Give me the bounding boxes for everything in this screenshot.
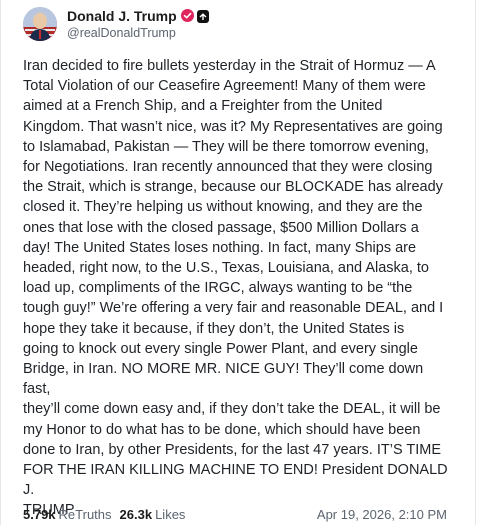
retruths-label[interactable]: ReTruths: [59, 507, 112, 522]
author-name-row: Donald J. Trump: [67, 7, 209, 25]
post-footer: 5.79k ReTruths 26.3k Likes Apr 19, 2026,…: [23, 505, 447, 523]
left-border: [0, 0, 1, 525]
right-border: [475, 0, 476, 525]
likes-count[interactable]: 26.3k: [120, 507, 153, 522]
post-body-text: Iran decided to fire bullets yesterday i…: [23, 58, 448, 519]
avatar[interactable]: [23, 7, 57, 41]
likes-label[interactable]: Likes: [155, 507, 185, 522]
verified-badge-icon: [180, 9, 194, 22]
square-badge-icon: [196, 9, 209, 23]
post-header: Donald J. Trump @realDonaldTrump: [23, 6, 209, 42]
avatar-image-icon: [23, 7, 57, 41]
retruths-count[interactable]: 5.79k: [23, 507, 56, 522]
author-display-name[interactable]: Donald J. Trump: [67, 8, 177, 24]
author-names: Donald J. Trump @realDonaldTrump: [67, 7, 209, 42]
post-timestamp[interactable]: Apr 19, 2026, 2:10 PM: [317, 507, 447, 522]
post-card: Donald J. Trump @realDonaldTrump Iran de…: [0, 0, 477, 525]
author-handle[interactable]: @realDonaldTrump: [67, 26, 209, 42]
